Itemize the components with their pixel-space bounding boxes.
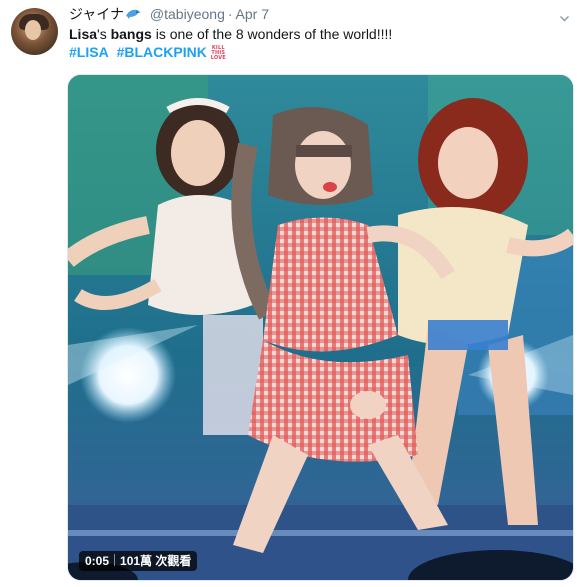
hashtag-blackpink[interactable]: #BLACKPINK <box>117 44 207 60</box>
text-part-2: is one of the 8 wonders of the world!!!! <box>151 26 393 42</box>
tweet: ジャイナ @tabiyeong · Apr 7 Lisa's bangs is on… <box>0 0 583 587</box>
chevron-down-icon[interactable] <box>560 10 569 22</box>
hashtags: #LISA #BLACKPINK KILL THIS LOVE <box>69 43 228 62</box>
video-player[interactable]: 0:05 101萬 次觀看 <box>67 74 574 581</box>
display-name[interactable]: ジャイナ <box>69 6 124 22</box>
hashtag-lisa[interactable]: #LISA <box>69 44 109 60</box>
text-part-1: 's <box>97 26 111 42</box>
tweet-header: ジャイナ @tabiyeong · Apr 7 <box>69 5 269 23</box>
text-bold-bangs: bangs <box>110 26 152 42</box>
avatar[interactable] <box>11 8 58 55</box>
badge-divider <box>114 554 116 566</box>
video-info-badge: 0:05 101萬 次觀看 <box>79 551 198 571</box>
separator-dot: · <box>227 6 233 22</box>
video-frame <box>68 75 573 580</box>
dolphin-icon <box>125 7 141 21</box>
tweet-text: Lisa's bangs is one of the 8 wonders of … <box>69 25 392 43</box>
handle[interactable]: @tabiyeong <box>150 6 225 22</box>
avatar-face <box>25 20 41 40</box>
kill-this-love-badge: KILL THIS LOVE <box>209 46 228 62</box>
video-views: 101萬 次觀看 <box>120 554 192 568</box>
text-bold-lisa: Lisa <box>69 26 98 42</box>
tweet-date[interactable]: Apr 7 <box>236 6 269 22</box>
video-duration: 0:05 <box>85 554 110 568</box>
badge-word-love: LOVE <box>210 55 226 61</box>
